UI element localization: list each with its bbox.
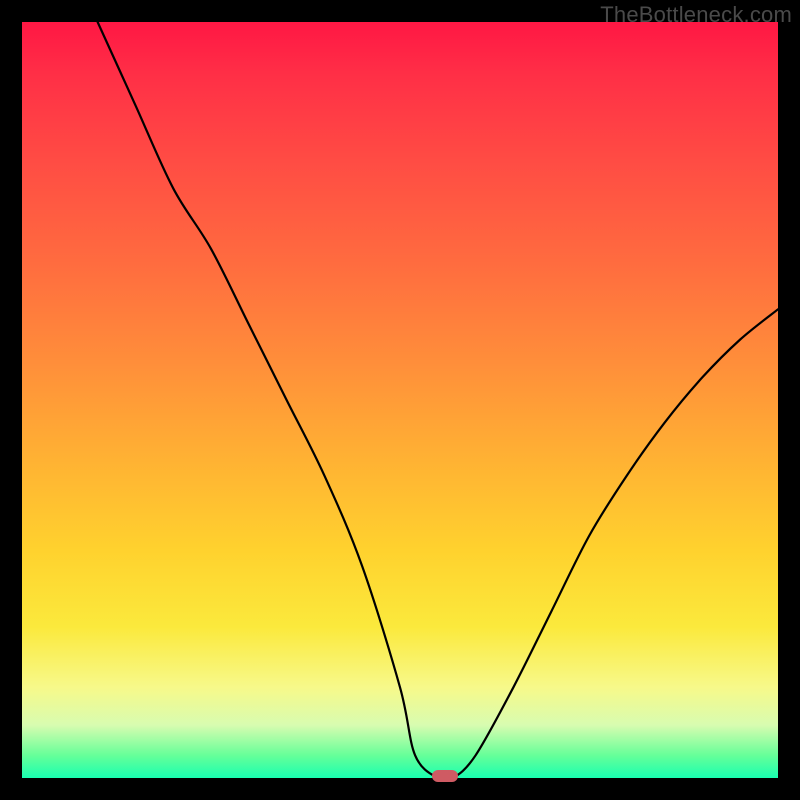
bottleneck-curve [22, 22, 778, 778]
optimal-marker [432, 770, 458, 782]
watermark-text: TheBottleneck.com [600, 2, 792, 28]
plot-area [22, 22, 778, 778]
chart-frame: TheBottleneck.com [0, 0, 800, 800]
